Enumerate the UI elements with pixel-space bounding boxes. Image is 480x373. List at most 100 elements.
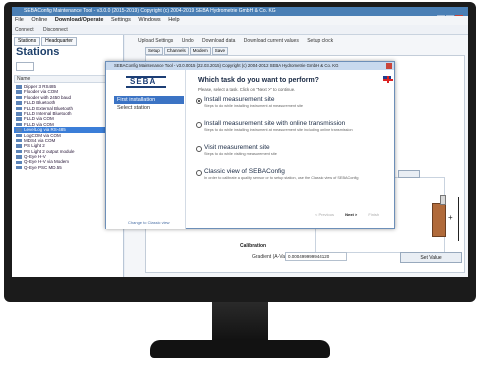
station-name: Flooder with 2450 baud xyxy=(24,94,72,100)
task-option-title: Install measurement site with online tra… xyxy=(204,120,346,127)
task-option-title: Classic view of SEBAConfig xyxy=(204,168,285,175)
left-tabs: Stations Headquarter xyxy=(14,37,78,46)
station-icon xyxy=(16,138,22,143)
seba-logo: SEBA xyxy=(126,76,166,88)
station-icon xyxy=(16,85,22,89)
menu-help[interactable]: Help xyxy=(168,17,179,23)
task-option-radio[interactable] xyxy=(196,98,202,104)
sensor-cap-icon xyxy=(440,195,446,205)
task-option[interactable]: Visit measurement site Steps to do while … xyxy=(196,144,391,160)
upload-settings-button[interactable]: Upload Settings xyxy=(138,38,173,44)
monitor-base xyxy=(150,340,330,358)
connection-toolbar: Connect Disconnect xyxy=(12,25,468,35)
menu-windows[interactable]: Windows xyxy=(138,17,160,23)
station-name: FLLD External Bluetooth xyxy=(24,105,74,111)
previous-button[interactable]: < Previous xyxy=(315,212,334,217)
screen: SEBAConfig Maintenance Tool - v3.0.0 (20… xyxy=(12,7,468,277)
task-option-radio[interactable] xyxy=(196,122,202,128)
station-name: MDS4 via COM xyxy=(24,137,56,143)
window-title: SEBAConfig Maintenance Tool - v3.0.0 (20… xyxy=(12,7,468,16)
stations-title: Stations xyxy=(16,46,60,58)
detail-tabs: Setup Channels Modem Save xyxy=(145,47,229,55)
seba-logo-text: SEBA xyxy=(130,77,157,86)
task-option-desc: Steps to do while installing instrument … xyxy=(204,104,303,108)
station-name: Q-Eye PSC MD.55 xyxy=(24,164,62,170)
nav-select-station[interactable]: Select station xyxy=(117,105,150,111)
task-question: Which task do you want to perform? xyxy=(198,77,319,84)
task-option-title: Install measurement site xyxy=(204,96,275,103)
dialog-close-icon[interactable] xyxy=(386,63,392,69)
task-question-sub: Please, select a task. Click on "Next >"… xyxy=(198,87,296,92)
language-flag-icon[interactable] xyxy=(382,75,393,83)
window-controls xyxy=(436,8,466,21)
station-name: FLLD via COM xyxy=(24,116,54,122)
station-icon xyxy=(16,95,22,100)
tab-setup[interactable]: Setup xyxy=(145,47,163,55)
finish-button[interactable]: Finish xyxy=(368,212,379,217)
tab-modem[interactable]: Modem xyxy=(189,47,211,55)
setup-clock-button[interactable]: Setup clock xyxy=(307,38,333,44)
menu-download-operate[interactable]: Download/Operate xyxy=(55,17,104,23)
station-name: FLLD Bluetooth xyxy=(24,100,56,106)
station-icon xyxy=(16,90,22,94)
task-dialog: SEBAConfig Maintenance Tool - v3.0.0015 … xyxy=(105,61,395,229)
monitor-stand xyxy=(212,302,268,342)
station-name: FLLD via COM xyxy=(24,121,54,127)
small-action-button[interactable] xyxy=(398,170,420,178)
download-current-values-button[interactable]: Download current values xyxy=(244,38,299,44)
disconnect-button[interactable]: Disconnect xyxy=(43,27,68,33)
undo-button[interactable]: Undo xyxy=(182,38,194,44)
tab-headquarter[interactable]: Headquarter xyxy=(41,37,77,46)
station-icon xyxy=(16,149,22,154)
station-toolbar: Upload Settings Undo Download data Downl… xyxy=(138,36,340,46)
dialog-nav: SEBA First installation Select station C… xyxy=(106,70,186,229)
filter-input[interactable] xyxy=(16,62,34,71)
station-icon xyxy=(16,122,22,127)
dialog-content: Which task do you want to perform? Pleas… xyxy=(188,70,394,229)
connect-button[interactable]: Connect xyxy=(15,27,34,33)
station-icon xyxy=(16,101,22,105)
station-icon xyxy=(16,112,22,116)
change-to-classic-link[interactable]: Change to Classic view xyxy=(128,220,170,225)
station-name: PS Light 2 xyxy=(24,143,45,149)
menu-online[interactable]: Online xyxy=(31,17,47,23)
tab-save[interactable]: Save xyxy=(211,47,229,55)
calibration-label: Calibration xyxy=(240,243,267,249)
station-name: FLLD Internal Bluetooth xyxy=(24,110,72,116)
task-option-desc: Steps to do while installing instrument … xyxy=(204,128,353,132)
menu-settings[interactable]: Settings xyxy=(111,17,131,23)
task-option-radio[interactable] xyxy=(196,170,202,176)
gradient-value-field[interactable]: 0.000499999944120 xyxy=(285,252,347,261)
sensor-device-icon xyxy=(432,203,446,237)
station-icon xyxy=(16,106,22,111)
measurement-line xyxy=(458,197,459,241)
dialog-title: SEBAConfig Maintenance Tool - v3.0.0015 … xyxy=(106,62,394,70)
task-option[interactable]: Classic view of SEBAConfig In order to ca… xyxy=(196,168,391,184)
download-data-button[interactable]: Download data xyxy=(202,38,235,44)
station-icon xyxy=(16,160,22,165)
next-button[interactable]: Next > xyxy=(345,212,357,217)
station-icon xyxy=(16,155,22,159)
task-option[interactable]: Install measurement site Steps to do whil… xyxy=(196,96,391,112)
station-icon xyxy=(16,165,22,170)
menu-bar: File Online Download/Operate Settings Wi… xyxy=(12,16,468,25)
station-name: Q-Eye H-V xyxy=(24,154,46,160)
task-option-radio[interactable] xyxy=(196,146,202,152)
set-value-button[interactable]: Set Value xyxy=(400,252,462,263)
station-name: PS Light 2 output module xyxy=(24,148,75,154)
station-name: Dipper 3 RS485 xyxy=(24,84,57,89)
station-icon xyxy=(16,117,22,121)
tab-channels[interactable]: Channels xyxy=(163,47,189,55)
station-icon xyxy=(16,144,22,148)
station-name: Flooder via COM xyxy=(24,89,59,95)
station-name: Q-Eye H-V via Modem xyxy=(24,159,70,165)
task-option-title: Visit measurement site xyxy=(204,144,270,151)
tab-stations[interactable]: Stations xyxy=(14,37,41,46)
nav-first-installation[interactable]: First installation xyxy=(114,96,184,104)
station-name: LevelLog via RS-485 xyxy=(24,127,66,133)
station-icon xyxy=(16,133,22,138)
station-icon xyxy=(16,128,22,132)
task-option[interactable]: Install measurement site with online tra… xyxy=(196,120,391,136)
dialog-buttons: < Previous Next > Finish xyxy=(315,212,389,217)
menu-file[interactable]: File xyxy=(15,17,24,23)
